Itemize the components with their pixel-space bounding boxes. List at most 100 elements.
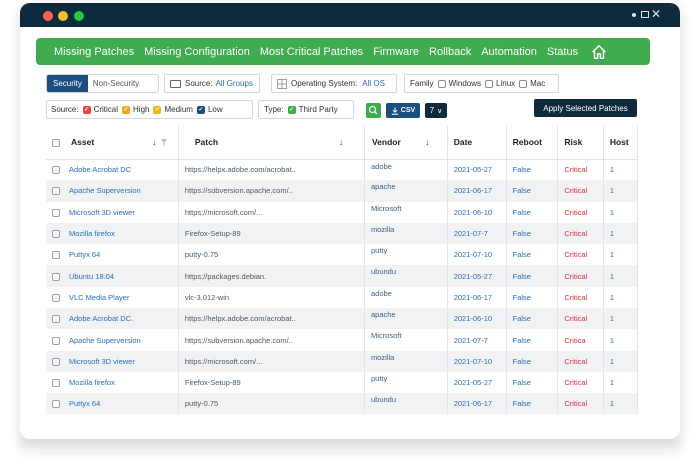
row-checkbox[interactable] bbox=[52, 208, 60, 217]
date-cell: 2021-06-10 bbox=[447, 308, 507, 330]
patch-cell[interactable]: https://microsoft.com/... bbox=[178, 201, 365, 223]
sort-arrow-icon[interactable]: ↓ bbox=[339, 137, 344, 147]
table-row[interactable]: Apache Superversion https://subversion.ap… bbox=[46, 180, 638, 202]
close-icon[interactable]: ✕ bbox=[651, 8, 661, 20]
asset-name[interactable]: Mozilla firefox bbox=[69, 229, 115, 238]
table-row[interactable]: VLC Media Player vlc-3.012-win adobe 2021-0… bbox=[46, 286, 638, 309]
csv-export-button[interactable]: CSV bbox=[386, 103, 420, 118]
low-checkbox[interactable]: ✓ bbox=[196, 105, 205, 114]
reboot-header[interactable]: Reboot bbox=[506, 126, 559, 160]
patch-cell[interactable]: https://helpx.adobe.com/acrobat.. bbox=[178, 159, 365, 181]
nav-automation[interactable]: Automation bbox=[481, 46, 537, 58]
date-cell: 2021-07-7 bbox=[447, 222, 507, 245]
patch-cell[interactable]: Firefox-Setup-89 bbox=[178, 222, 365, 245]
nav-missing-patches[interactable]: Missing Patches bbox=[54, 46, 134, 58]
minimize-window-button[interactable] bbox=[58, 11, 68, 21]
search-button[interactable] bbox=[366, 103, 381, 118]
medium-checkbox[interactable]: ✓ bbox=[153, 105, 162, 114]
source-group-select[interactable]: Source: All Groups bbox=[164, 74, 260, 93]
row-checkbox[interactable] bbox=[52, 315, 60, 324]
windows-checkbox[interactable] bbox=[437, 79, 446, 88]
apply-patches-button[interactable]: Apply Selected Patches bbox=[534, 99, 637, 117]
row-checkbox[interactable] bbox=[52, 251, 60, 260]
select-all-checkbox[interactable] bbox=[52, 139, 60, 147]
table-row[interactable]: Puttyx 64 putty-0.75 putty 2021-07-10 False C… bbox=[46, 244, 638, 266]
row-checkbox[interactable] bbox=[52, 230, 60, 239]
patch-header[interactable]: Patch ↓ bbox=[178, 126, 365, 160]
table-row[interactable]: Microsoft 3D viewer https://microsoft.com… bbox=[46, 201, 638, 223]
os-select[interactable]: Operating System: All OS bbox=[271, 74, 397, 93]
table-row[interactable]: Ubuntu 18.04 https://packages.debian. ubun… bbox=[46, 265, 638, 287]
nav-most-critical-patches[interactable]: Most Critical Patches bbox=[260, 46, 363, 58]
patch-cell[interactable]: https://helpx.adobe.com/acrobat.. bbox=[178, 308, 365, 330]
table-row[interactable]: Mozilla firefox Firefox-Setup-89 putty 2021… bbox=[46, 371, 638, 394]
security-tab[interactable]: Security bbox=[47, 75, 88, 92]
asset-name[interactable]: Adobe Acrobat DC bbox=[69, 165, 131, 174]
host-header[interactable]: Host bbox=[603, 126, 638, 160]
non-security-tab[interactable]: Non-Security bbox=[88, 75, 144, 92]
mac-checkbox[interactable] bbox=[519, 79, 528, 88]
row-checkbox[interactable] bbox=[52, 379, 60, 388]
maximize-icon[interactable] bbox=[641, 11, 649, 18]
nav-firmware[interactable]: Firmware bbox=[373, 46, 419, 58]
critical-checkbox[interactable]: ✓ bbox=[82, 105, 91, 114]
table-row[interactable]: Mozilla firefox Firefox-Setup-89 mozilla 20… bbox=[46, 222, 638, 245]
row-checkbox[interactable] bbox=[52, 293, 60, 302]
asset-header[interactable]: Asset ↓ bbox=[46, 126, 179, 160]
asset-name[interactable]: VLC Media Player bbox=[69, 293, 129, 302]
row-checkbox[interactable] bbox=[52, 166, 60, 175]
asset-name[interactable]: Mozilla firefox bbox=[69, 378, 115, 387]
row-checkbox[interactable] bbox=[52, 336, 60, 345]
patch-cell[interactable]: https://packages.debian. bbox=[178, 265, 365, 287]
check-icon: ✓ bbox=[198, 106, 204, 113]
patch-cell[interactable]: https://subversion.apache.com/.. bbox=[178, 180, 365, 202]
patches-table: Asset ↓ Patch ↓ Vendor ↓ Date Reboot Ris… bbox=[46, 126, 638, 415]
table-row[interactable]: Apache Superversion https://subversion.ap… bbox=[46, 329, 638, 351]
nav-status[interactable]: Status bbox=[547, 46, 578, 58]
severity-label: Source: bbox=[51, 105, 79, 114]
high-checkbox[interactable]: ✓ bbox=[122, 105, 131, 114]
third-party-checkbox[interactable]: ✓ bbox=[287, 105, 296, 114]
row-checkbox[interactable] bbox=[52, 357, 60, 366]
sort-arrow-icon[interactable]: ↓ bbox=[152, 137, 157, 147]
date-header[interactable]: Date bbox=[447, 126, 507, 160]
asset-name[interactable]: Ubuntu 18.04 bbox=[69, 272, 114, 281]
patch-cell[interactable]: vlc-3.012-win bbox=[178, 286, 365, 309]
patch-cell[interactable]: https://microsoft.com/... bbox=[178, 350, 365, 372]
reboot-cell: False bbox=[506, 350, 559, 372]
page-size-select[interactable]: 7 ∨ bbox=[425, 103, 447, 118]
table-row[interactable]: Microsoft 3D viewer https://microsoft.com… bbox=[46, 350, 638, 372]
asset-name[interactable]: Microsoft 3D viewer bbox=[69, 357, 135, 366]
reboot-cell: False bbox=[506, 286, 559, 309]
patch-cell[interactable]: Firefox-Setup-89 bbox=[178, 371, 365, 394]
asset-name[interactable]: Apache Superversion bbox=[69, 186, 141, 195]
asset-name[interactable]: Adobe Acrobat DC. bbox=[69, 314, 133, 323]
risk-cell: Critica bbox=[557, 329, 604, 351]
host-cell: 1 bbox=[603, 244, 638, 266]
asset-header-label: Asset bbox=[71, 137, 95, 148]
reboot-cell: False bbox=[506, 180, 559, 202]
patch-cell[interactable]: putty-0.75 bbox=[178, 244, 365, 266]
main-navbar: Missing Patches Missing Configuration Mo… bbox=[36, 38, 650, 65]
asset-name[interactable]: Puttyx 64 bbox=[69, 250, 100, 259]
row-checkbox[interactable] bbox=[52, 272, 60, 281]
patch-cell[interactable]: https://subversion.apache.com/.. bbox=[178, 329, 365, 351]
row-checkbox[interactable] bbox=[52, 187, 60, 196]
nav-missing-configuration[interactable]: Missing Configuration bbox=[144, 46, 250, 58]
patch-header-label: Patch bbox=[194, 137, 219, 148]
sort-arrow-icon[interactable]: ↓ bbox=[425, 137, 430, 147]
linux-checkbox[interactable] bbox=[485, 79, 494, 88]
home-icon[interactable] bbox=[590, 43, 608, 61]
table-row[interactable]: Adobe Acrobat DC. https://helpx.adobe.com… bbox=[46, 308, 638, 330]
maximize-window-button[interactable] bbox=[74, 11, 84, 21]
asset-name[interactable]: Microsoft 3D viewer bbox=[69, 208, 135, 217]
table-row[interactable]: Adobe Acrobat DC https://helpx.adobe.com/… bbox=[46, 159, 638, 181]
risk-header[interactable]: Risk bbox=[557, 126, 604, 160]
minimize-icon[interactable] bbox=[632, 13, 636, 17]
filter-icon[interactable] bbox=[161, 139, 167, 147]
vendor-header[interactable]: Vendor ↓ bbox=[364, 126, 448, 160]
asset-name[interactable]: Apache Superversion bbox=[69, 336, 141, 345]
reboot-cell: False bbox=[506, 244, 559, 266]
close-window-button[interactable] bbox=[43, 11, 53, 21]
nav-rollback[interactable]: Rollback bbox=[429, 46, 471, 58]
